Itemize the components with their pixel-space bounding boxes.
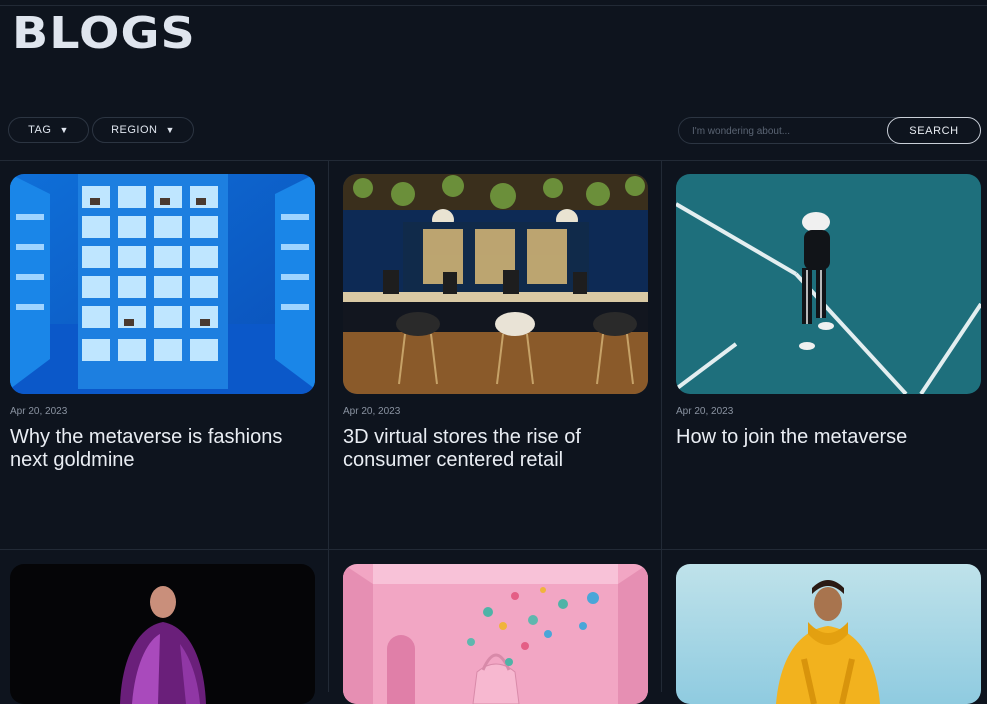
post-title[interactable]: 3D virtual stores the rise of consumer c…	[343, 426, 643, 472]
search-button[interactable]: SEARCH	[887, 117, 981, 144]
caret-down-icon: ▼	[165, 125, 175, 135]
post-date: Apr 20, 2023	[10, 406, 68, 417]
page-title: BLOGS	[12, 8, 196, 59]
grid-divider	[0, 160, 987, 161]
top-divider	[0, 5, 987, 6]
post-image-blue-store[interactable]	[10, 174, 315, 394]
post-image-vr-person[interactable]	[676, 174, 981, 394]
grid-divider	[328, 160, 329, 692]
post-image-cafe-interior[interactable]	[343, 174, 648, 394]
grid-divider	[661, 160, 662, 692]
region-filter-label: REGION	[111, 124, 158, 136]
post-image-pink-room[interactable]	[343, 564, 648, 704]
region-filter-button[interactable]: REGION ▼	[92, 117, 194, 143]
post-title[interactable]: Why the metaverse is fashions next goldm…	[10, 426, 310, 472]
post-date: Apr 20, 2023	[676, 406, 734, 417]
tag-filter-button[interactable]: TAG ▼	[8, 117, 89, 143]
post-date: Apr 20, 2023	[343, 406, 401, 417]
post-image-yellow-hoodie[interactable]	[676, 564, 981, 704]
grid-divider	[0, 549, 987, 550]
caret-down-icon: ▼	[59, 125, 69, 135]
search-input[interactable]	[680, 119, 894, 144]
post-image-metallic-jacket[interactable]	[10, 564, 315, 704]
post-title[interactable]: How to join the metaverse	[676, 426, 976, 449]
tag-filter-label: TAG	[28, 124, 52, 136]
